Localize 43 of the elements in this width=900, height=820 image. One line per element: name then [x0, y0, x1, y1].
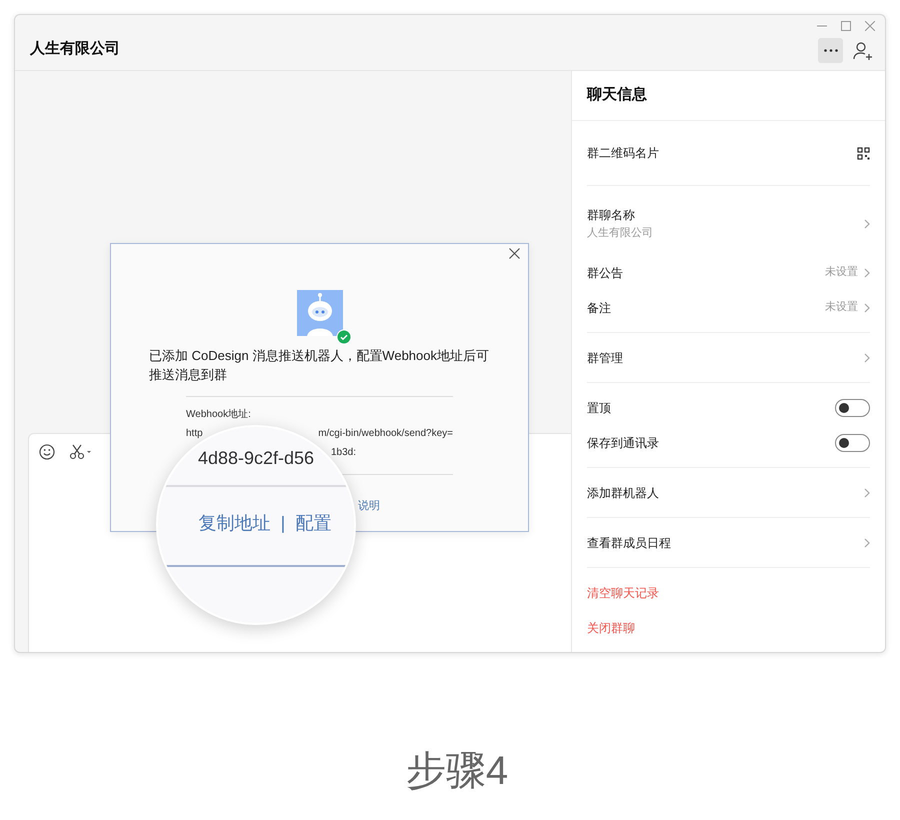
row-value: 未设置 [825, 300, 858, 316]
chevron-icon [864, 268, 870, 278]
chevron-icon [864, 488, 870, 498]
row-label[interactable]: 添加群机器人 [587, 484, 659, 502]
qr-code-icon[interactable] [857, 146, 870, 160]
link-separator: | [280, 512, 286, 535]
magnified-key-text: 4d88-9c2f-d56 [198, 447, 314, 469]
row-label: 保存到通讯录 [587, 434, 659, 452]
toggle-switch[interactable] [835, 398, 870, 416]
chevron-icon [864, 302, 870, 312]
check-badge-icon [336, 329, 352, 345]
webhook-url-start: http [186, 427, 203, 441]
more-button[interactable] [818, 38, 843, 63]
row-label: 置顶 [587, 400, 611, 416]
add-user-icon[interactable] [853, 42, 873, 60]
scissors-icon[interactable] [69, 444, 93, 460]
panel-title: 聊天信息 [587, 85, 647, 106]
row-label[interactable]: 群管理 [587, 348, 623, 366]
close-icon[interactable] [509, 248, 520, 259]
row-label[interactable]: 群公告 [587, 264, 623, 282]
configure-link[interactable]: 配置 [295, 511, 332, 535]
group-name-value: 人生有限公司 [587, 226, 653, 242]
row-label[interactable]: 群二维码名片 [587, 144, 659, 162]
row-value: 未设置 [825, 265, 858, 280]
dialog-message: 已添加 CoDesign 消息推送机器人，配置Webhook地址后可推送消息到群 [149, 347, 490, 384]
maximize-icon[interactable] [841, 21, 851, 31]
more-icon [824, 49, 838, 52]
step-caption: 步骤4 [406, 748, 508, 795]
row-label[interactable]: 群聊名称 [587, 206, 653, 224]
toggle-switch[interactable] [835, 434, 870, 452]
chevron-icon [864, 352, 870, 362]
row-label[interactable]: 查看群成员日程 [587, 534, 671, 552]
copy-address-link[interactable]: 复制地址 [198, 511, 271, 535]
chevron-icon [864, 538, 870, 548]
webhook-url-end: m/cgi-bin/webhook/send?key= [318, 427, 453, 441]
help-link[interactable]: 说明 [358, 500, 380, 512]
emoji-icon[interactable] [39, 444, 55, 460]
window-title: 人生有限公司 [30, 39, 120, 59]
chevron-icon [864, 219, 870, 229]
webhook-label: Webhook地址: [186, 408, 252, 422]
webhook-url-end: 1b3d: [331, 446, 358, 460]
robot-avatar-icon [296, 290, 342, 336]
row-label[interactable]: 备注 [587, 298, 611, 316]
